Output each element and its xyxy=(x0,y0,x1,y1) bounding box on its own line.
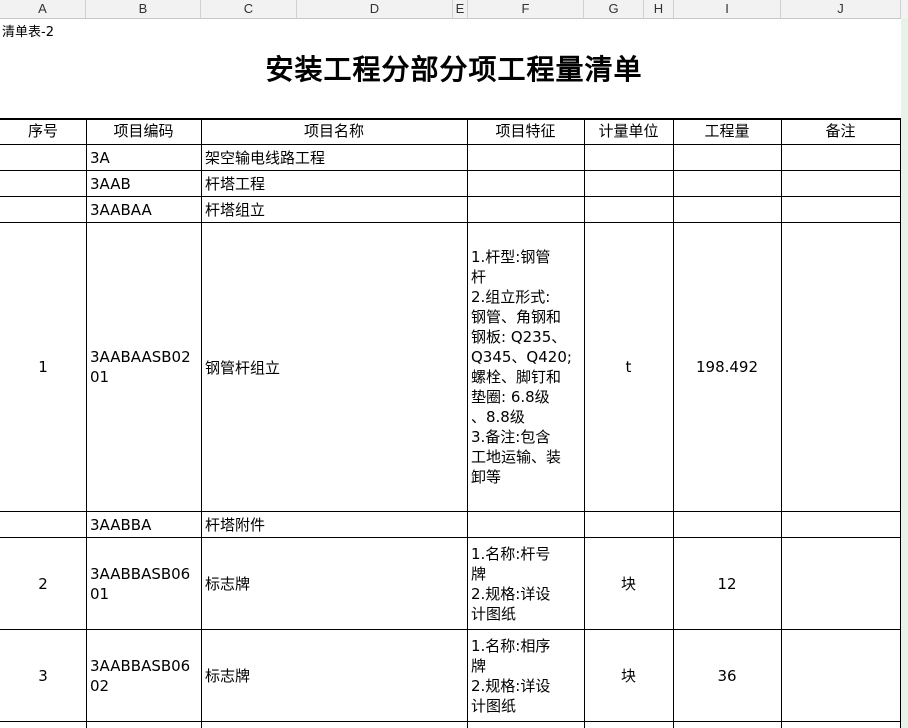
cell-feature[interactable]: 1.名称:相序 牌 2.规格:详设 计图纸 xyxy=(471,630,583,721)
feature-text: 1.名称:杆号 牌 2.规格:详设 计图纸 xyxy=(471,544,551,623)
cell-seq[interactable]: 3 xyxy=(0,630,86,721)
cell-unit[interactable]: t xyxy=(584,223,673,511)
column-divider xyxy=(900,118,901,728)
header-code[interactable]: 项目编码 xyxy=(86,119,201,143)
cell-code[interactable]: 3A xyxy=(90,145,200,170)
cell-code[interactable]: 3AABBA xyxy=(90,512,200,537)
cell-unit[interactable]: 块 xyxy=(584,630,673,721)
cell-name[interactable]: 杆塔附件 xyxy=(205,512,465,537)
cell-name[interactable]: 杆塔组立 xyxy=(205,197,465,222)
cell-code[interactable]: 3AAB xyxy=(90,171,200,196)
cell-code[interactable]: 3AABAA xyxy=(90,197,200,222)
cell-qty[interactable]: 12 xyxy=(673,538,781,629)
cell-feature[interactable]: 1.名称:杆号 牌 2.规格:详设 计图纸 xyxy=(471,538,583,629)
column-divider xyxy=(781,118,782,728)
cell-name[interactable]: 标志牌 xyxy=(205,538,465,629)
cell-qty[interactable]: 198.492 xyxy=(673,223,781,511)
row-divider xyxy=(0,721,901,722)
cell-qty[interactable]: 36 xyxy=(673,630,781,721)
cell-name[interactable]: 钢管杆组立 xyxy=(205,223,465,511)
header-unit[interactable]: 计量单位 xyxy=(584,119,673,143)
cell-code[interactable]: 3AABAASB0201 xyxy=(90,223,198,511)
cell-name[interactable]: 标志牌 xyxy=(205,630,465,721)
cell-code[interactable]: 3AABBASB0602 xyxy=(90,630,198,721)
cell-seq[interactable]: 1 xyxy=(0,223,86,511)
header-seq[interactable]: 序号 xyxy=(0,119,86,143)
column-divider xyxy=(86,118,87,728)
header-note[interactable]: 备注 xyxy=(781,119,900,143)
cell-feature[interactable]: 1.杆型:钢管 杆 2.组立形式: 钢管、角钢和 钢板: Q235、 Q345、… xyxy=(471,223,583,511)
cell-code[interactable]: 3AABBASB0601 xyxy=(90,538,198,629)
header-feature[interactable]: 项目特征 xyxy=(467,119,584,143)
header-qty[interactable]: 工程量 xyxy=(673,119,781,143)
cell-name[interactable]: 架空输电线路工程 xyxy=(205,145,465,170)
cell-name[interactable]: 杆塔工程 xyxy=(205,171,465,196)
column-divider xyxy=(467,118,468,728)
sheet-edge-strip xyxy=(901,18,908,728)
cell-seq[interactable]: 2 xyxy=(0,538,86,629)
header-name[interactable]: 项目名称 xyxy=(201,119,467,143)
cell-unit[interactable]: 块 xyxy=(584,538,673,629)
feature-text: 1.杆型:钢管 杆 2.组立形式: 钢管、角钢和 钢板: Q235、 Q345、… xyxy=(471,248,572,486)
column-divider xyxy=(201,118,202,728)
feature-text: 1.名称:相序 牌 2.规格:详设 计图纸 xyxy=(471,636,551,715)
